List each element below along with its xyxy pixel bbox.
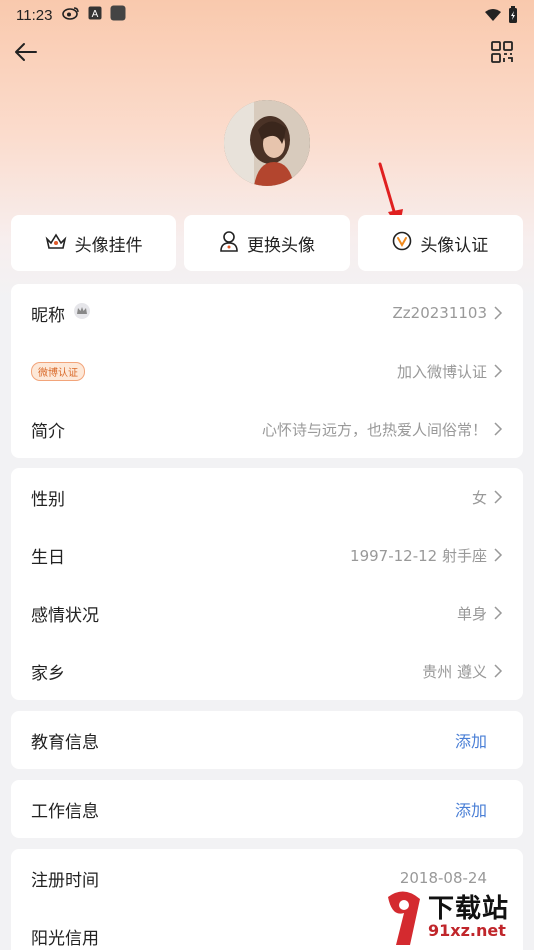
avatar[interactable] xyxy=(224,100,310,186)
wifi-icon xyxy=(484,8,502,26)
weibo-verify-value: 加入微博认证 xyxy=(396,362,487,381)
change-avatar-button[interactable]: 更换头像 xyxy=(184,215,350,271)
chevron-right-icon xyxy=(494,606,503,620)
status-bar: 11:23 A xyxy=(0,0,534,30)
intro-label: 简介 xyxy=(31,421,65,442)
register-time-value: 2018-08-24 xyxy=(399,869,487,887)
work-row: 工作信息 添加 xyxy=(11,780,523,838)
relationship-value: 单身 xyxy=(456,604,487,623)
weibo-verify-value-wrap: 加入微博认证 xyxy=(397,361,503,382)
svg-text:A: A xyxy=(92,9,99,20)
education-label: 教育信息 xyxy=(31,732,99,753)
add-education-button[interactable]: 添加 xyxy=(455,728,487,752)
birthday-value-wrap: 1997-12-12 射手座 xyxy=(350,545,503,566)
watermark-logo-icon xyxy=(388,891,420,945)
watermark-url: 91xz.net xyxy=(428,921,506,941)
intro-row[interactable]: 简介 心怀诗与远方，也热爱人间俗常！ xyxy=(11,400,523,458)
chevron-right-icon xyxy=(494,548,503,562)
person-swap-icon xyxy=(219,230,239,257)
vip-crown-icon xyxy=(73,302,91,325)
intro-value-wrap: 心怀诗与远方，也热爱人间俗常！ xyxy=(262,419,503,440)
gender-value-wrap: 女 xyxy=(472,487,503,508)
hometown-row[interactable]: 家乡 贵州 遵义 xyxy=(11,642,523,700)
site-watermark: 下载站 91xz.net xyxy=(382,888,532,948)
hometown-value-wrap: 贵州 遵义 xyxy=(422,661,503,682)
battery-icon xyxy=(508,6,518,28)
avatar-pendant-button[interactable]: 头像挂件 xyxy=(11,215,177,271)
crown-frame-icon xyxy=(45,231,67,256)
hometown-label: 家乡 xyxy=(31,663,65,684)
avatar-pendant-label: 头像挂件 xyxy=(74,235,143,256)
credit-label: 阳光信用 xyxy=(31,928,99,949)
chevron-right-icon xyxy=(494,664,503,678)
basic-info-card: 性别 女 生日 1997-12-12 射手座 感情状况 单身 家乡 贵州 遵义 xyxy=(11,468,523,700)
avatar-verify-label: 头像认证 xyxy=(420,235,489,256)
relationship-row[interactable]: 感情状况 单身 xyxy=(11,584,523,642)
intro-value: 心怀诗与远方，也热爱人间俗常！ xyxy=(261,420,487,439)
birthday-value: 1997-12-12 射手座 xyxy=(350,546,487,565)
education-row: 教育信息 添加 xyxy=(11,711,523,769)
qr-code-icon[interactable] xyxy=(490,40,514,64)
hometown-value: 贵州 遵义 xyxy=(422,662,487,681)
gender-value: 女 xyxy=(471,488,487,507)
gender-label: 性别 xyxy=(31,489,65,510)
chevron-right-icon xyxy=(494,364,503,378)
a-notification-icon: A xyxy=(88,6,102,24)
work-label: 工作信息 xyxy=(31,801,99,822)
weibo-verify-row[interactable]: 微博认证 加入微博认证 xyxy=(11,342,523,400)
chevron-right-icon xyxy=(494,306,503,320)
back-icon[interactable] xyxy=(12,38,40,66)
nickname-value: Zz20231103 xyxy=(392,304,488,322)
verified-v-icon xyxy=(392,231,412,256)
profile-card: 昵称 Zz20231103 微博认证 加入微博认证 简介 心怀诗与远方，也热爱人… xyxy=(11,284,523,458)
add-work-button[interactable]: 添加 xyxy=(455,797,487,821)
avatar-action-row: 头像挂件 更换头像 头像认证 xyxy=(11,215,523,271)
register-time-label: 注册时间 xyxy=(31,870,99,891)
birthday-row[interactable]: 生日 1997-12-12 射手座 xyxy=(11,526,523,584)
relationship-label: 感情状况 xyxy=(31,605,99,626)
weibo-verify-badge: 微博认证 xyxy=(31,361,85,381)
chevron-right-icon xyxy=(494,422,503,436)
relationship-value-wrap: 单身 xyxy=(457,603,503,624)
gender-row[interactable]: 性别 女 xyxy=(11,468,523,526)
change-avatar-label: 更换头像 xyxy=(246,235,315,256)
education-card: 教育信息 添加 xyxy=(11,711,523,769)
work-card: 工作信息 添加 xyxy=(11,780,523,838)
status-time: 11:23 xyxy=(16,6,53,24)
weibo-notification-icon xyxy=(62,6,80,24)
nickname-row[interactable]: 昵称 Zz20231103 xyxy=(11,284,523,342)
watermark-text: 下载站 xyxy=(428,893,510,924)
app-notification-icon xyxy=(110,5,126,25)
birthday-label: 生日 xyxy=(31,547,65,568)
nickname-value-wrap: Zz20231103 xyxy=(393,304,504,322)
chevron-right-icon xyxy=(494,490,503,504)
nickname-label: 昵称 xyxy=(31,305,65,326)
nickname-label-wrap: 昵称 xyxy=(31,301,91,326)
avatar-verify-button[interactable]: 头像认证 xyxy=(357,215,523,271)
